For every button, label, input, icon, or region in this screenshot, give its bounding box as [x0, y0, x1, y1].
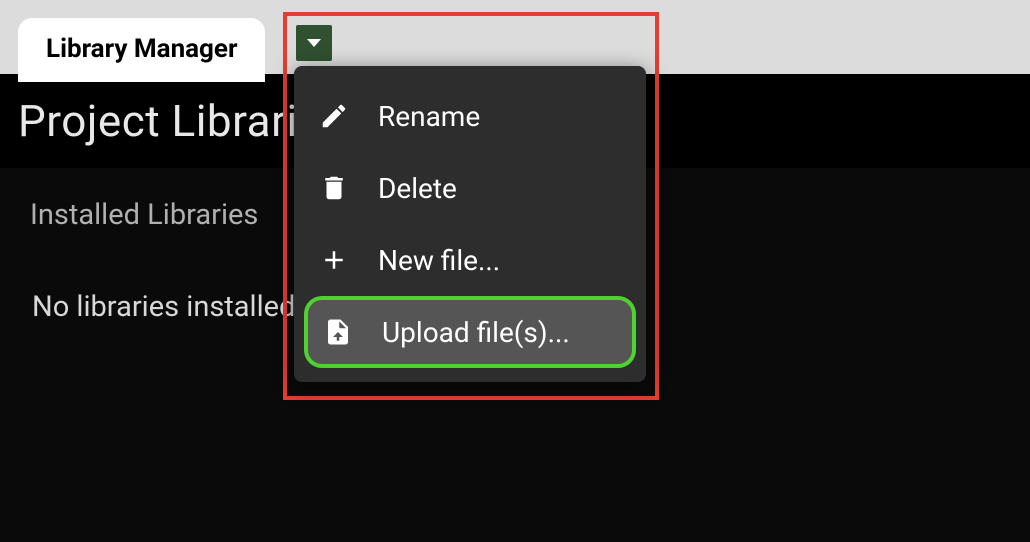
tab-library-manager[interactable]: Library Manager [18, 18, 265, 82]
menu-item-delete[interactable]: Delete [304, 152, 636, 224]
menu-label: Upload file(s)... [382, 316, 570, 349]
menu-label: Rename [378, 100, 480, 133]
menu-label: New file... [378, 244, 500, 277]
dropdown-menu: Rename Delete New file... Upload file(s)… [294, 66, 646, 382]
menu-item-upload-files[interactable]: Upload file(s)... [304, 296, 636, 368]
pencil-icon [316, 98, 352, 134]
menu-item-rename[interactable]: Rename [304, 80, 636, 152]
top-bar: Library Manager [0, 0, 1030, 74]
tab-label: Library Manager [46, 34, 237, 64]
dropdown-toggle-button[interactable] [296, 25, 332, 61]
file-upload-icon [320, 314, 356, 350]
caret-down-icon [307, 39, 321, 47]
menu-item-new-file[interactable]: New file... [304, 224, 636, 296]
menu-label: Delete [378, 172, 457, 205]
plus-icon [316, 242, 352, 278]
trash-icon [316, 170, 352, 206]
